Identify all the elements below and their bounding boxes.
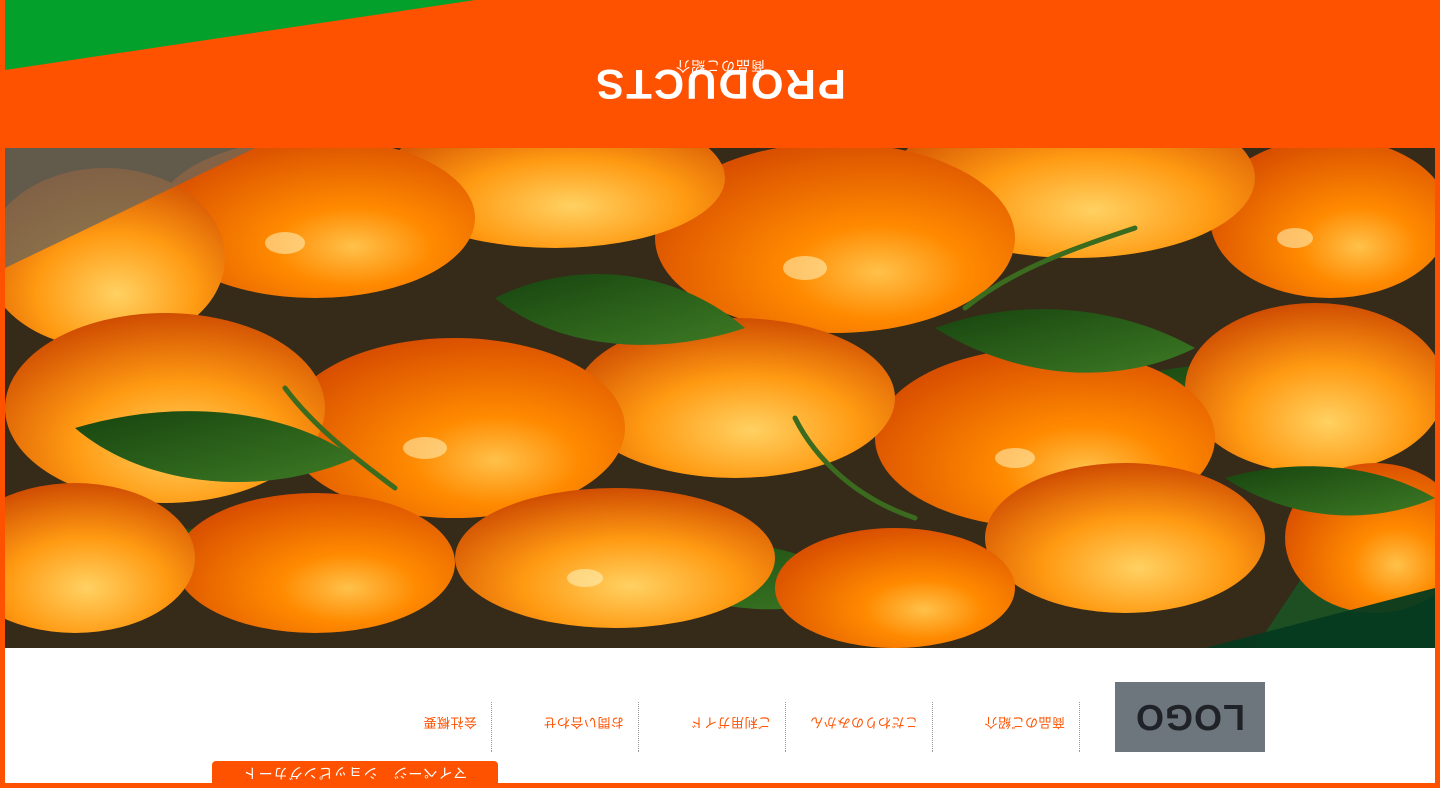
- global-nav: 商品のご紹介 こだわりのみかん ご利用ガイド お問い合わせ 会社概要: [345, 702, 1080, 752]
- top-utility-tab[interactable]: マイページ ショッピングカート: [212, 761, 498, 783]
- nav-item-contact[interactable]: お問い合わせ: [492, 702, 639, 752]
- nav-item-guide[interactable]: ご利用ガイド: [639, 702, 786, 752]
- page-root: マイページ ショッピングカート LOGO 商品のご紹介 こだわりのみかん ご利用…: [0, 0, 1440, 788]
- nav-item-products[interactable]: 商品のご紹介: [933, 702, 1080, 752]
- site-header: LOGO 商品のご紹介 こだわりのみかん ご利用ガイド お問い合わせ 会社概要: [5, 648, 1435, 752]
- nav-item-commitment[interactable]: こだわりのみかん: [786, 702, 933, 752]
- page-frame: マイページ ショッピングカート LOGO 商品のご紹介 こだわりのみかん ご利用…: [5, 0, 1435, 783]
- mandarin-photo-illustration: [5, 148, 1435, 648]
- site-logo[interactable]: LOGO: [1115, 682, 1265, 752]
- nav-item-company[interactable]: 会社概要: [345, 702, 492, 752]
- top-utility-label: マイページ ショッピングカート: [242, 764, 468, 780]
- green-accent-shape: [5, 0, 475, 70]
- page-title-band: PRODUCTS 商品のご紹介: [5, 0, 1435, 148]
- hero-image: [5, 148, 1435, 648]
